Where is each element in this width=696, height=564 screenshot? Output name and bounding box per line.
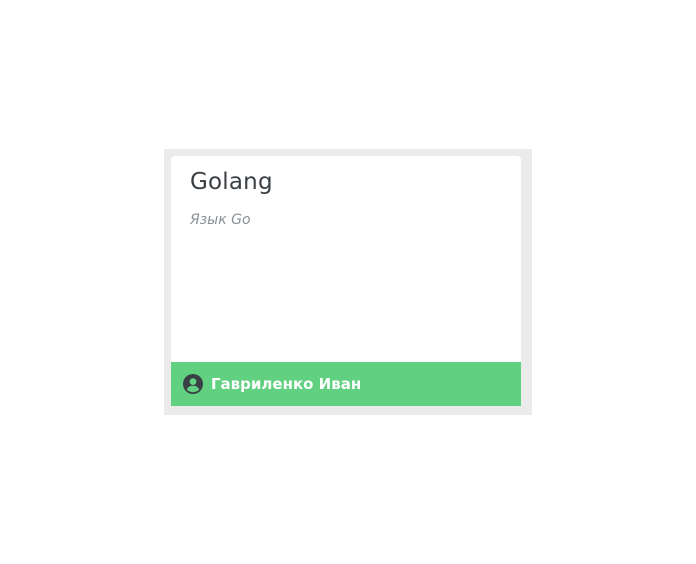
author-name: Гавриленко Иван	[211, 375, 362, 393]
card-subtitle: Язык Go	[190, 212, 251, 228]
course-card[interactable]: Golang Язык Go Гавриленко Иван	[171, 156, 521, 406]
course-card-frame: Golang Язык Go Гавриленко Иван	[164, 149, 532, 415]
card-footer: Гавриленко Иван	[171, 362, 521, 406]
card-title: Golang	[190, 169, 273, 195]
page: Golang Язык Go Гавриленко Иван	[0, 0, 696, 564]
user-circle-icon	[183, 374, 203, 394]
